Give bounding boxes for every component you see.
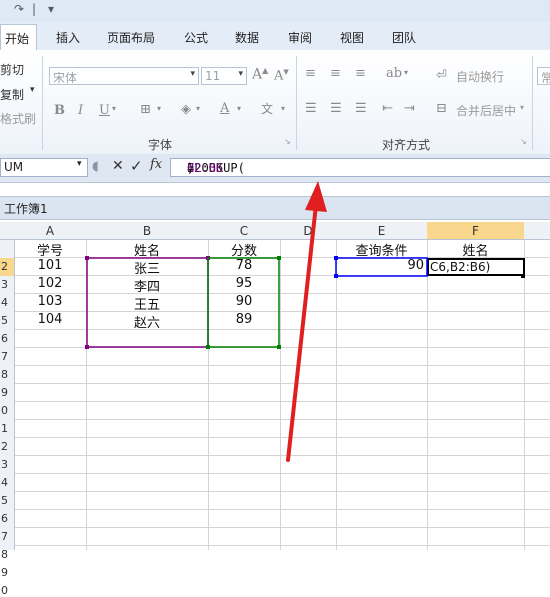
row-header-number[interactable]: 0: [0, 584, 8, 597]
range-handle: [85, 256, 89, 260]
reference-overlay: [85, 181, 525, 462]
row-header-number[interactable]: 9: [0, 566, 8, 579]
range-e2-outline: [335, 257, 428, 277]
range-handle: [334, 274, 338, 278]
fill-handle: [521, 274, 525, 278]
annotation-arrow-shaft: [286, 203, 318, 462]
annotation-arrow-head: [305, 181, 327, 212]
range-c2-c6-outline: [207, 257, 280, 348]
range-handle: [277, 345, 281, 349]
range-handle: [206, 345, 210, 349]
range-b2-b6-outline: [86, 257, 209, 348]
range-handle: [277, 256, 281, 260]
range-handle: [334, 256, 338, 260]
range-handle: [85, 345, 89, 349]
